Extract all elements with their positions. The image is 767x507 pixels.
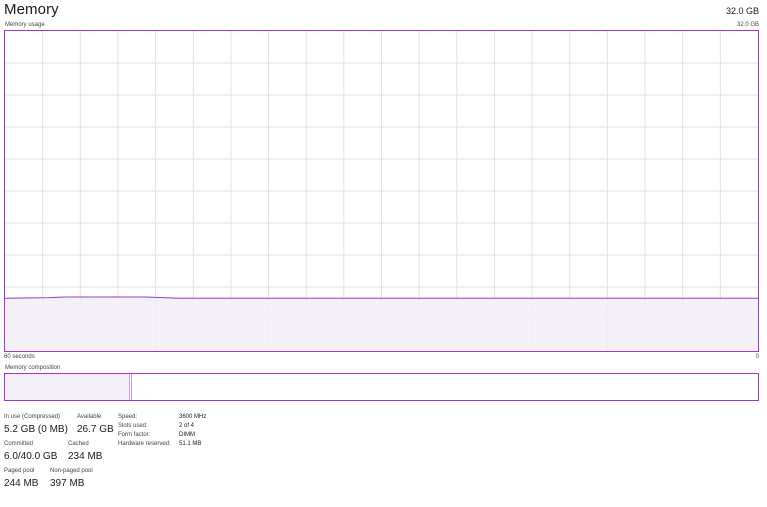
form-factor-label: Form factor:: [118, 432, 151, 438]
page-title: Memory: [4, 1, 59, 18]
memory-composition-bar[interactable]: [4, 373, 759, 401]
in-use-value: 5.2 GB (0 MB): [4, 424, 68, 435]
in-use-label: In use (Compressed): [4, 414, 61, 420]
total-memory: 32.0 GB: [725, 6, 759, 16]
cached-value: 234 MB: [68, 451, 103, 462]
available-value: 26.7 GB: [77, 424, 114, 435]
hardware-reserved-label: Hardware reserved:: [118, 441, 171, 447]
hardware-reserved-value: 51.1 MB: [179, 441, 202, 447]
available-label: Available: [77, 414, 102, 420]
composition-modified-segment[interactable]: [131, 374, 132, 400]
usage-area: [5, 297, 758, 351]
graph-time-span-label: 60 seconds: [4, 354, 35, 360]
committed-label: Committed: [4, 441, 34, 447]
memory-usage-max-label: 32.0 GB: [736, 22, 759, 28]
memory-usage-graph: [4, 30, 759, 352]
graph-time-zero-label: 0: [755, 354, 759, 360]
paged-pool-label: Paged pool: [4, 468, 35, 474]
memory-usage-plot: [5, 31, 758, 351]
composition-in-use-segment[interactable]: [5, 374, 130, 400]
committed-value: 6.0/40.0 GB: [4, 451, 58, 462]
non-paged-pool-value: 397 MB: [50, 478, 85, 489]
slots-used-label: Slots used:: [118, 423, 148, 429]
speed-label: Speed:: [118, 414, 138, 420]
memory-usage-label: Memory usage: [5, 22, 45, 28]
non-paged-pool-label: Non-paged pool: [50, 468, 93, 474]
form-factor-value: DIMM: [179, 432, 195, 438]
slots-used-value: 2 of 4: [179, 423, 195, 429]
memory-composition-label: Memory composition: [5, 365, 61, 371]
paged-pool-value: 244 MB: [4, 478, 39, 489]
speed-value: 3600 MHz: [179, 414, 207, 420]
cached-label: Cached: [68, 441, 89, 447]
